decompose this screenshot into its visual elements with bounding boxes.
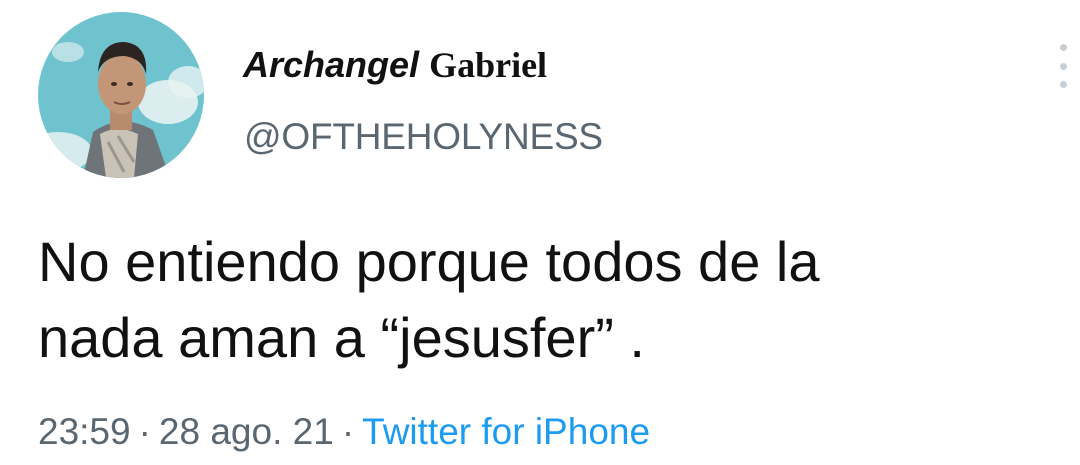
tweet-date[interactable]: 28 ago. 21 [159, 411, 334, 452]
avatar[interactable] [38, 12, 204, 178]
more-dot [1059, 81, 1067, 88]
display-name-part1: Archangel [243, 44, 420, 85]
meta-separator: · [138, 411, 151, 452]
more-dot [1059, 62, 1067, 70]
display-name-part2: Gabriel [429, 45, 548, 85]
tweet-text-line: No entiendo porque todos de la [38, 230, 820, 293]
more-options-icon[interactable] [1056, 44, 1070, 88]
tweet-card: Archangel Gabriel @OFTHEHOLYNESS No enti… [0, 0, 1080, 465]
user-handle[interactable]: @OFTHEHOLYNESS [244, 114, 603, 160]
tweet-text: No entiendo porque todos de la nada aman… [38, 224, 1038, 376]
more-dot [1059, 44, 1067, 51]
avatar-image [38, 12, 204, 178]
tweet-text-line: nada aman a “jesusfer” . [38, 306, 645, 369]
tweet-source-link[interactable]: Twitter for iPhone [362, 411, 650, 452]
tweet-time[interactable]: 23:59 [38, 411, 131, 452]
meta-separator: · [341, 411, 355, 452]
tweet-metadata: 23:59 · 28 ago. 21 · Twitter for iPhone [38, 408, 650, 456]
display-name[interactable]: Archangel Gabriel [243, 40, 547, 90]
